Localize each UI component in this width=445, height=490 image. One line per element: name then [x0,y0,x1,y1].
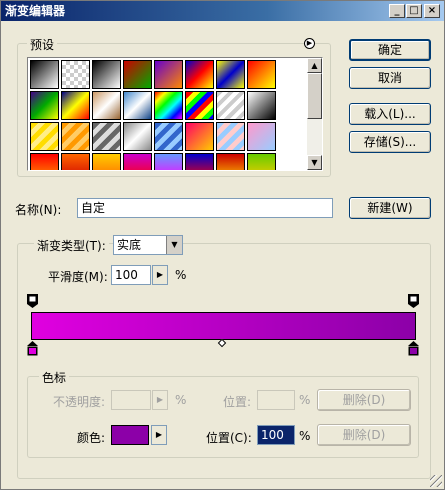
scroll-down-icon[interactable]: ▼ [307,155,322,170]
preset-swatch[interactable] [30,122,59,151]
smoothness-label: 平滑度(M): [48,270,108,284]
preset-swatch[interactable] [185,153,214,170]
preset-swatch[interactable] [216,91,245,120]
opacity-input[interactable] [111,390,151,410]
preset-swatch[interactable] [185,91,214,120]
maximize-button[interactable]: □ [406,4,422,18]
preset-swatch[interactable] [92,153,121,170]
preset-swatch[interactable] [185,60,214,89]
preset-swatch[interactable] [247,153,276,170]
preset-swatch[interactable] [154,153,183,170]
delete-color-stop-button[interactable]: 删除(D) [317,424,411,446]
preset-swatch[interactable] [123,153,152,170]
color-label: 颜色: [77,431,106,445]
smoothness-stepper-arrow-icon[interactable]: ▶ [152,265,168,285]
preset-swatch[interactable] [30,60,59,89]
cancel-button[interactable]: 取消 [349,67,431,89]
presets-scrollbar[interactable]: ▲ ▼ [307,58,322,170]
gradient-type-value: 实底 [117,238,142,252]
smoothness-input[interactable]: 100 [111,265,151,285]
presets-menu-icon[interactable]: ▶ [304,38,315,49]
preset-swatch[interactable] [92,122,121,151]
scroll-thumb[interactable] [307,73,322,119]
preset-swatch[interactable] [216,122,245,151]
scroll-up-icon[interactable]: ▲ [307,58,322,73]
preset-swatch[interactable] [92,91,121,120]
window-title: 渐变编辑器 [5,4,66,18]
opacity-location-input[interactable] [257,390,295,410]
preset-swatch[interactable] [154,60,183,89]
preset-swatch[interactable] [247,91,276,120]
color-location-label: 位置(C): [206,431,252,445]
ok-button[interactable]: 确定 [349,39,431,61]
color-stop-right[interactable] [408,341,419,356]
preset-swatch[interactable] [30,153,59,170]
gradient-editor-window: 渐变编辑器 _ □ × 预设 ▶ ▲ ▼ 确定 取消 载入(L)... 存储(S… [0,0,445,490]
preset-swatch[interactable] [61,60,90,89]
new-button[interactable]: 新建(W) [349,197,431,219]
color-location-unit: % [299,429,311,443]
preset-swatch[interactable] [247,122,276,151]
dropdown-arrow-icon[interactable]: ▼ [166,236,182,254]
gradient-preview-bar[interactable] [31,312,416,340]
color-swatch[interactable] [111,425,149,445]
preset-swatch[interactable] [92,60,121,89]
presets-grid[interactable] [27,57,323,171]
opacity-location-unit: % [299,393,311,407]
title-bar[interactable]: 渐变编辑器 [1,1,444,21]
preset-swatch[interactable] [123,60,152,89]
preset-swatch[interactable] [216,153,245,170]
preset-swatch[interactable] [123,91,152,120]
name-label: 名称(N): [15,203,62,217]
color-location-input[interactable]: 100 [257,425,295,445]
opacity-stop-left[interactable] [27,294,38,308]
preset-swatch[interactable] [185,122,214,151]
resize-grip-icon[interactable] [430,475,442,487]
opacity-stop-right[interactable] [408,294,419,308]
load-button[interactable]: 载入(L)... [349,103,431,125]
stops-label: 色标 [39,369,70,386]
delete-opacity-stop-button[interactable]: 删除(D) [317,389,411,411]
opacity-label: 不透明度: [53,395,106,409]
preset-swatch[interactable] [216,60,245,89]
color-menu-arrow-icon[interactable]: ▶ [151,425,167,445]
preset-swatch[interactable] [61,91,90,120]
save-button[interactable]: 存储(S)... [349,131,431,153]
close-button[interactable]: × [424,4,440,18]
preset-swatch[interactable] [30,91,59,120]
minimize-button[interactable]: _ [389,4,405,18]
opacity-unit: % [175,393,187,407]
preset-swatch[interactable] [123,122,152,151]
opacity-location-label: 位置: [223,395,252,409]
preset-swatch[interactable] [61,122,90,151]
opacity-stepper-arrow-icon[interactable]: ▶ [152,390,168,410]
preset-swatch[interactable] [154,91,183,120]
preset-swatch[interactable] [247,60,276,89]
smoothness-unit: % [175,268,187,282]
preset-swatch[interactable] [154,122,183,151]
gradient-type-label: 渐变类型(T): [34,237,109,254]
name-input[interactable]: 自定 [77,198,333,218]
color-stop-left[interactable] [27,341,38,356]
gradient-type-select[interactable]: 实底 ▼ [113,235,183,255]
presets-label: 预设 [27,36,58,53]
preset-swatch[interactable] [61,153,90,170]
